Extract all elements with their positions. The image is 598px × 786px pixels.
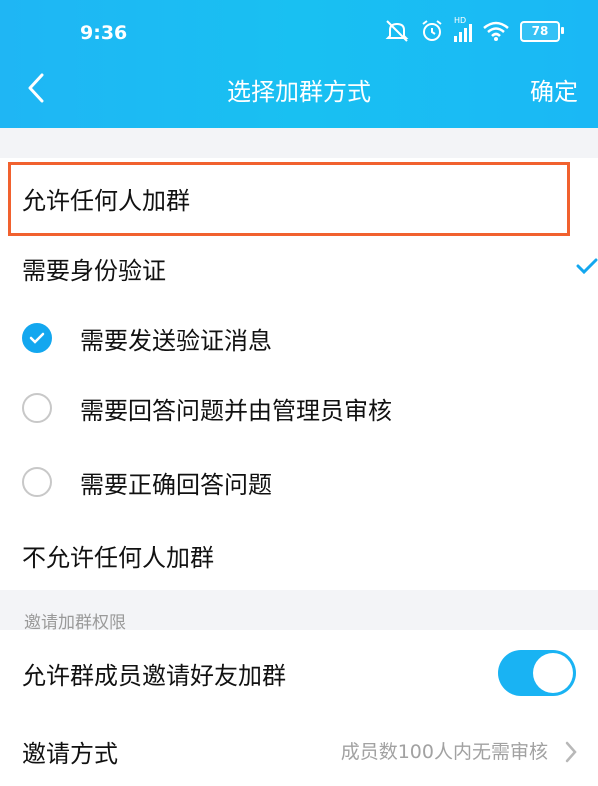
option-label: 需要回答问题并由管理员审核 [80, 396, 392, 425]
wifi-icon [483, 21, 509, 41]
highlight-box [8, 162, 570, 236]
chevron-right-icon [565, 741, 577, 763]
page-title: 选择加群方式 [227, 78, 371, 106]
top-header: 9:36 HD 78 选择加群方式 确定 [0, 0, 598, 128]
option-label: 允许群成员邀请好友加群 [22, 661, 286, 690]
battery-indicator: 78 [520, 20, 564, 42]
alarm-icon [422, 20, 442, 41]
option-require-verification[interactable]: 需要身份验证 [0, 238, 598, 298]
option-label: 需要正确回答问题 [80, 470, 272, 499]
signal-icon: HD [454, 16, 472, 42]
option-label: 需要身份验证 [22, 256, 166, 285]
option-label: 邀请方式 [22, 739, 118, 768]
radio-unchecked[interactable] [22, 467, 52, 497]
radio-unchecked[interactable] [22, 393, 52, 423]
sub-option-correct-answer[interactable]: 需要正确回答问题 [0, 450, 598, 514]
radio-checked[interactable] [22, 323, 52, 353]
mute-bell-icon [385, 20, 409, 42]
sub-option-answer-review[interactable]: 需要回答问题并由管理员审核 [0, 376, 598, 440]
invite-method-value: 成员数100人内无需审核 [340, 741, 548, 763]
section-gap [0, 128, 598, 158]
toggle-knob [533, 653, 573, 693]
member-invite-toggle[interactable] [498, 650, 576, 696]
status-time: 9:36 [80, 22, 128, 44]
option-label: 不允许任何人加群 [22, 543, 214, 572]
hd-label: HD [454, 16, 467, 25]
sub-option-send-message[interactable]: 需要发送验证消息 [0, 306, 598, 370]
confirm-button[interactable]: 确定 [530, 72, 578, 107]
check-icon [29, 332, 45, 344]
status-icons: HD 78 [384, 16, 564, 44]
option-label: 需要发送验证消息 [80, 326, 272, 355]
option-disallow-anyone[interactable]: 不允许任何人加群 [0, 520, 598, 590]
checkmark-icon [576, 258, 598, 274]
